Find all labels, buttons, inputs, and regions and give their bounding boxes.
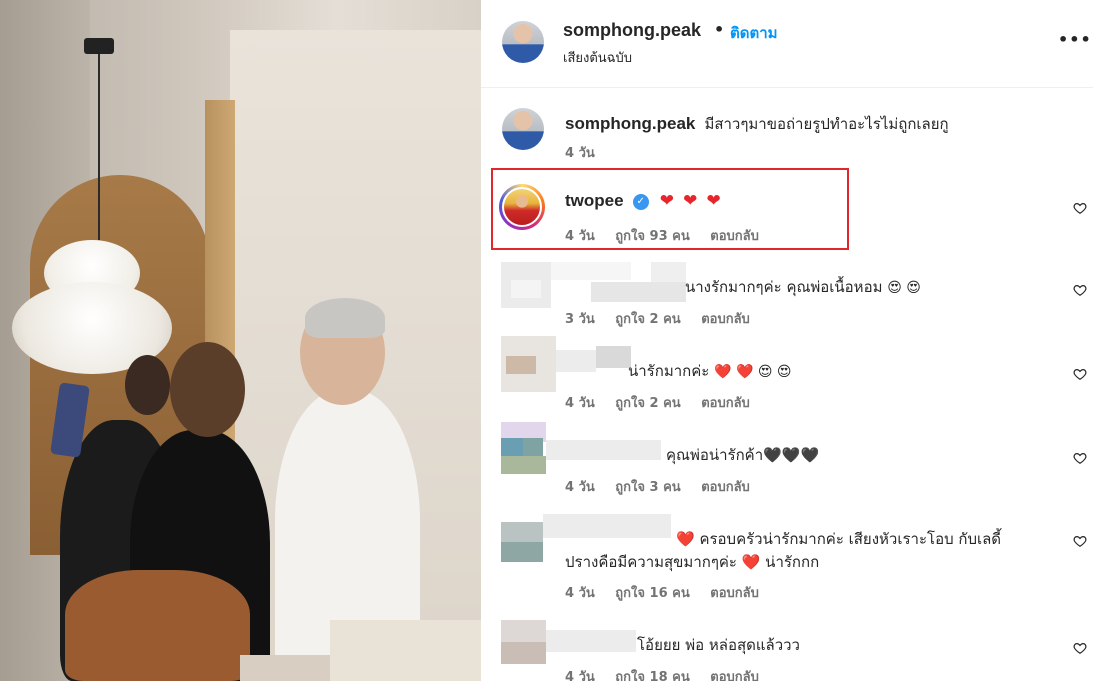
person-middle-head bbox=[170, 342, 245, 437]
comment-row: คุณพ่อน่ารักค้า🖤🖤🖤 4 วัน ถูกใจ 3 คน ตอบก… bbox=[481, 422, 1093, 497]
comment-time: 4 วัน bbox=[565, 586, 595, 601]
comment-likes[interactable]: ถูกใจ 2 คน bbox=[615, 396, 680, 411]
heart-eyes-emoji-icon: ❤️ ❤️ 😍 😍 bbox=[714, 364, 792, 380]
heart-emoji-icon: ❤ bbox=[659, 191, 674, 211]
comment-likes[interactable]: ถูกใจ 93 คน bbox=[615, 229, 689, 244]
reply-button[interactable]: ตอบกลับ bbox=[710, 586, 759, 601]
like-heart-icon[interactable] bbox=[1073, 201, 1087, 215]
comment-meta: 4 วัน ถูกใจ 2 คน ตอบกลับ bbox=[565, 392, 766, 413]
original-audio-link[interactable]: เสียงต้นฉบับ bbox=[563, 47, 632, 68]
comment-text: น่ารักมากค่ะ bbox=[628, 362, 710, 380]
lamp-cord bbox=[98, 40, 100, 240]
heart-emoji-icon: ❤ bbox=[706, 191, 721, 211]
blurred-avatar-username bbox=[501, 262, 686, 308]
reply-button[interactable]: ตอบกลับ bbox=[710, 670, 759, 681]
post-username[interactable]: somphong.peak bbox=[563, 20, 701, 41]
comment-likes[interactable]: ถูกใจ 2 คน bbox=[615, 312, 680, 327]
avatar[interactable] bbox=[502, 108, 544, 150]
like-heart-icon[interactable] bbox=[1073, 451, 1087, 465]
comment-meta: 4 วัน ถูกใจ 3 คน ตอบกลับ bbox=[565, 476, 766, 497]
comment-text: ❤️ ครอบครัวน่ารักมากค่ะ เสียงหัวเราะโอบ … bbox=[676, 530, 1002, 548]
comment-likes[interactable]: ถูกใจ 18 คน bbox=[615, 670, 689, 681]
comment-row: ❤️ ครอบครัวน่ารักมากค่ะ เสียงหัวเราะโอบ … bbox=[481, 514, 1093, 604]
blurred-avatar-username bbox=[501, 422, 661, 476]
comment-text: คุณพ่อน่ารักค้า🖤🖤🖤 bbox=[666, 446, 820, 464]
photo-bag bbox=[65, 570, 250, 681]
comment-time: 4 วัน bbox=[565, 396, 595, 411]
photo-desk-2 bbox=[240, 655, 330, 681]
person-left-head bbox=[125, 355, 170, 415]
person-right-hair bbox=[305, 298, 385, 338]
blurred-avatar-username bbox=[501, 336, 631, 392]
comment-row: น่ารักมากค่ะ ❤️ ❤️ 😍 😍 4 วัน ถูกใจ 2 คน … bbox=[481, 336, 1093, 413]
like-heart-icon[interactable] bbox=[1073, 534, 1087, 548]
post-header: somphong.peak • ติดตาม เสียงต้นฉบับ ••• bbox=[481, 0, 1093, 88]
comment-meta: 4 วัน ถูกใจ 16 คน ตอบกลับ bbox=[565, 582, 775, 603]
separator-dot: • bbox=[714, 20, 725, 39]
photo-desk bbox=[330, 620, 481, 681]
comments-panel: somphong.peak • ติดตาม เสียงต้นฉบับ ••• … bbox=[481, 0, 1093, 681]
comment-row: นางรักมากๆค่ะ คุณพ่อเนื้อหอม 😍 😍 3 วัน ถ… bbox=[481, 262, 1093, 328]
comment-meta: 3 วัน ถูกใจ 2 คน ตอบกลับ bbox=[565, 308, 766, 329]
comment-likes[interactable]: ถูกใจ 16 คน bbox=[615, 586, 689, 601]
more-options-icon[interactable]: ••• bbox=[1058, 30, 1092, 49]
comment-meta: 4 วัน ถูกใจ 18 คน ตอบกลับ bbox=[565, 666, 775, 681]
like-heart-icon[interactable] bbox=[1073, 283, 1087, 297]
reply-button[interactable]: ตอบกลับ bbox=[701, 396, 750, 411]
comment-likes[interactable]: ถูกใจ 3 คน bbox=[615, 480, 680, 495]
like-heart-icon[interactable] bbox=[1073, 367, 1087, 381]
caption-text: มีสาวๆมาขอถ่ายรูปทำอะไรไม่ถูกเลยกู bbox=[704, 115, 949, 133]
reply-button[interactable]: ตอบกลับ bbox=[701, 312, 750, 327]
verified-badge-icon: ✓ bbox=[632, 194, 649, 210]
follow-button[interactable]: ติดตาม bbox=[730, 21, 778, 45]
reply-button[interactable]: ตอบกลับ bbox=[710, 229, 759, 244]
caption-time: 4 วัน bbox=[565, 146, 595, 161]
comment-time: 4 วัน bbox=[565, 670, 595, 681]
comment-text: นางรักมากๆค่ะ คุณพ่อเนื้อหอม bbox=[685, 278, 883, 296]
like-heart-icon[interactable] bbox=[1073, 641, 1087, 655]
lamp-cap bbox=[84, 38, 114, 54]
avatar[interactable] bbox=[499, 184, 545, 230]
comment-text: โอ้ยยย พ่อ หล่อสุดแล้ววว bbox=[637, 636, 800, 654]
reply-button[interactable]: ตอบกลับ bbox=[701, 480, 750, 495]
caption: somphong.peak มีสาวๆมาขอถ่ายรูปทำอะไรไม่… bbox=[481, 106, 1093, 166]
comment-text: ปรางคือมีความสุขมากๆค่ะ ❤️ น่ารักกก bbox=[565, 553, 820, 571]
post-photo[interactable] bbox=[0, 0, 481, 681]
heart-emoji-icon: ❤ bbox=[683, 191, 698, 211]
comment-row: twopee ✓ ❤ ❤ ❤ 4 วัน ถูกใจ 93 คน ตอบกลับ bbox=[481, 182, 1093, 248]
avatar[interactable] bbox=[502, 21, 544, 63]
heart-eyes-emoji-icon: 😍 😍 bbox=[887, 280, 921, 296]
comment-time: 4 วัน bbox=[565, 480, 595, 495]
comment-time: 4 วัน bbox=[565, 229, 595, 244]
comment-time: 3 วัน bbox=[565, 312, 595, 327]
caption-username[interactable]: somphong.peak bbox=[565, 114, 695, 133]
comment-username[interactable]: twopee bbox=[565, 191, 624, 210]
comment-row: โอ้ยยย พ่อ หล่อสุดแล้ววว 4 วัน ถูกใจ 18 … bbox=[481, 620, 1093, 681]
comment-meta: 4 วัน ถูกใจ 93 คน ตอบกลับ bbox=[565, 225, 775, 246]
blurred-avatar-username bbox=[501, 620, 636, 664]
